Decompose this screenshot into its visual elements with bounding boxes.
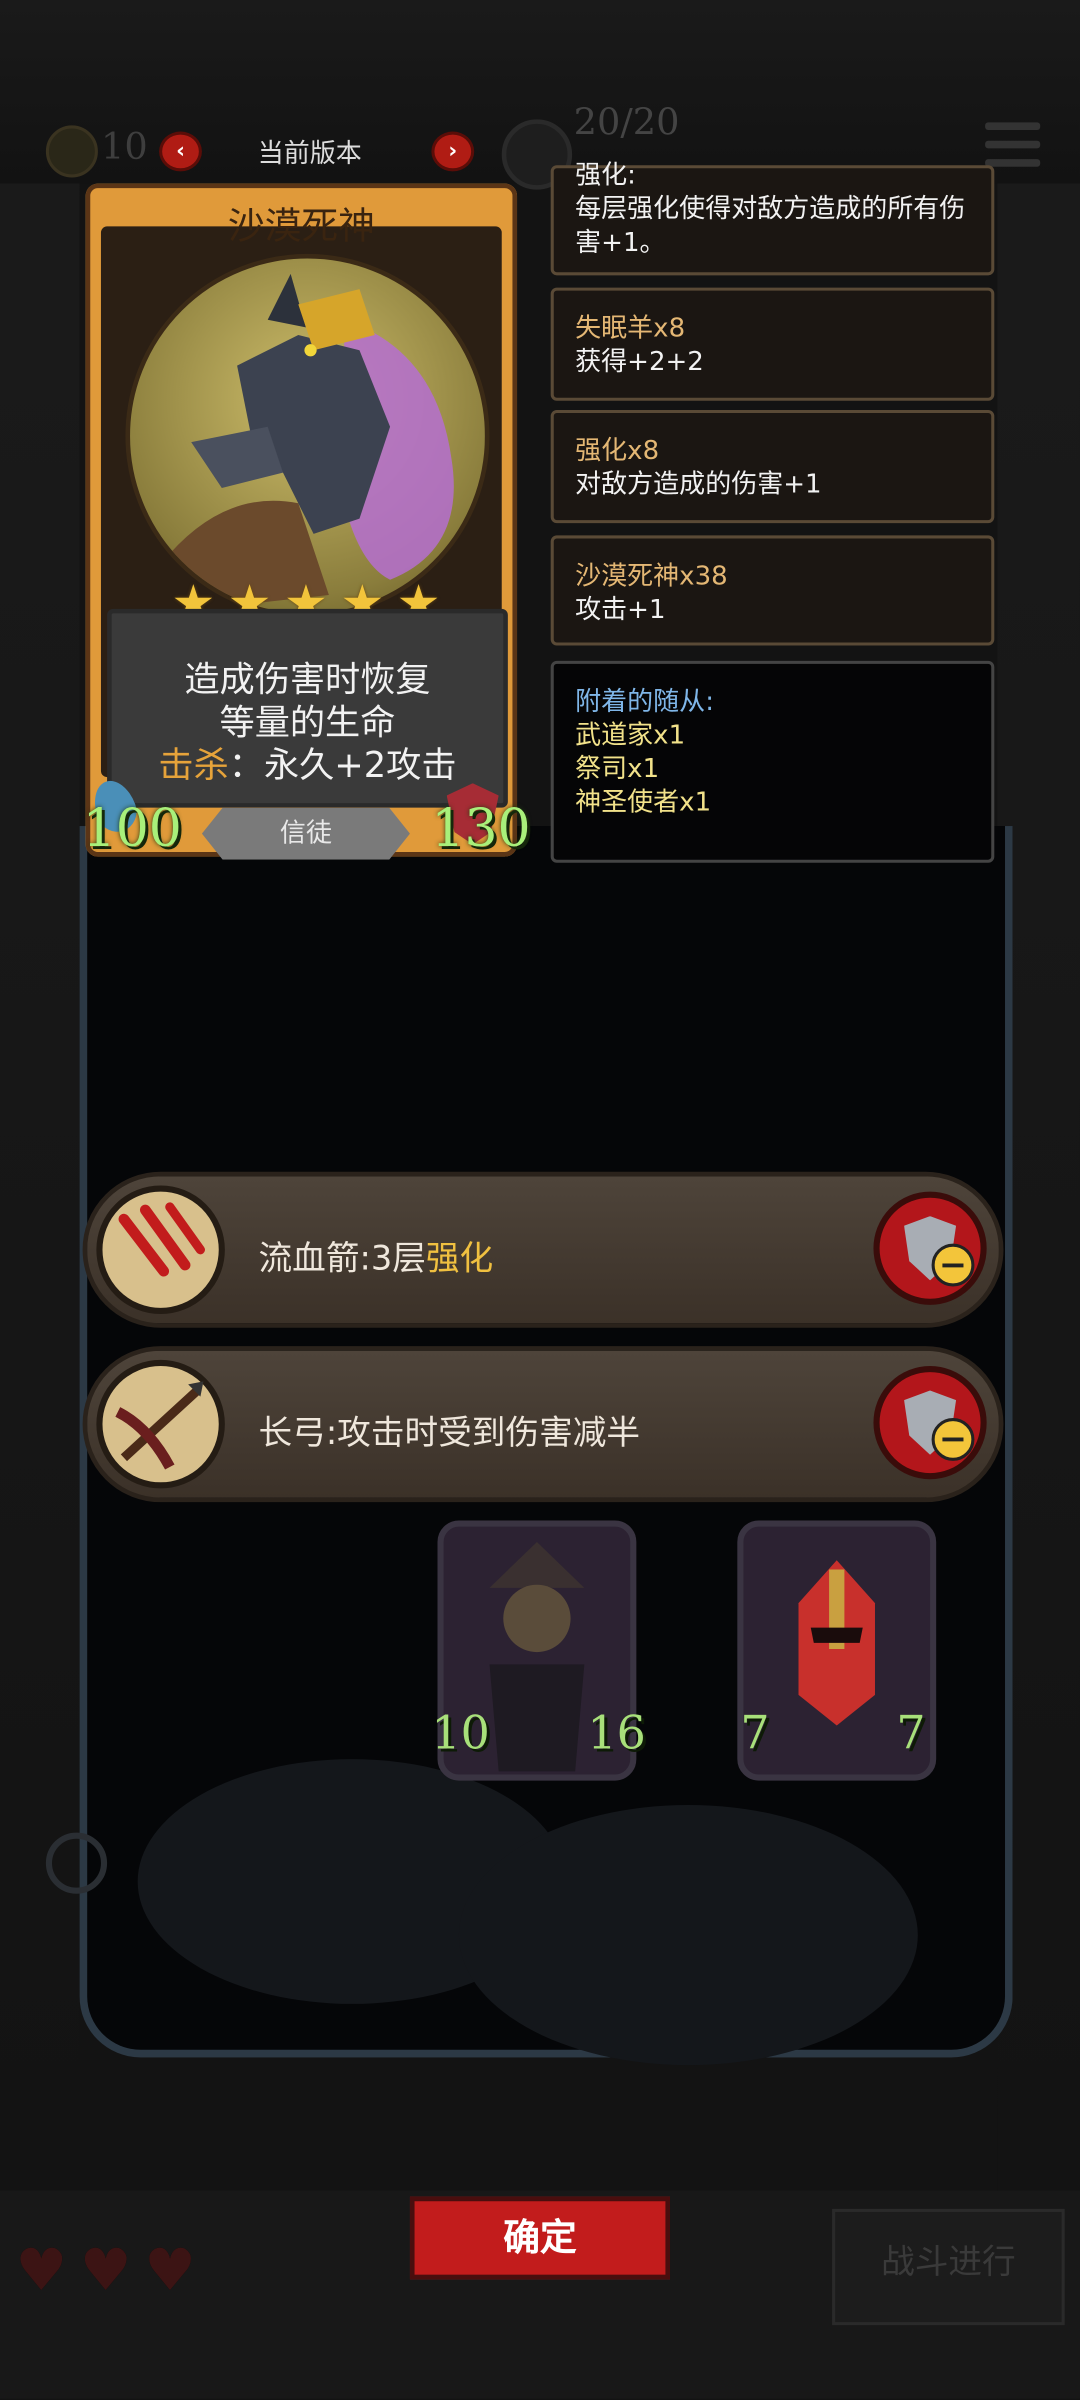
game-screen: 10 ‹ 当前版本 › 20/20 沙漠死神 ★ ★ ★ ★ ★ 造成伤害时恢复… [0, 0, 1080, 2399]
buff-label: 长弓:攻击时受到伤害减半 [259, 1406, 641, 1455]
panel-title: 沙漠死神x38 [575, 561, 728, 592]
start-battle-button[interactable]: 战斗进行 [832, 2208, 1065, 2326]
minion-health: 16 [587, 1707, 646, 1761]
minion-attack: 10 [431, 1707, 490, 1761]
card-attack: 100 [82, 798, 182, 860]
buff-panel: 强化x8 对敌方造成的伤害+1 [550, 409, 995, 524]
panel-body: 对敌方造成的伤害+1 [575, 469, 822, 501]
panel-title: 失眠羊x8 [575, 313, 686, 345]
bow-shape [115, 1381, 204, 1470]
panel-title: 强化: [575, 160, 636, 192]
buff-panel: 沙漠死神x38 攻击+1 [550, 535, 995, 646]
attached-title: 附着的随从: [575, 686, 714, 718]
card-health: 130 [431, 798, 531, 860]
claw-marks [118, 1202, 205, 1277]
attached-minions-panel: 附着的随从: 武道家x1 祭司x1 神圣使者x1 [550, 660, 995, 863]
next-version-button[interactable]: › [431, 131, 475, 172]
buff-name: 长弓:攻击时受到伤害减半 [258, 1414, 641, 1454]
anubis-illustration [160, 273, 454, 614]
panel-body: 获得+2+2 [575, 347, 704, 378]
heart-icon: ♥ [15, 2236, 68, 2304]
bleeding-arrow-icon [96, 1185, 225, 1315]
search-icon[interactable] [45, 1832, 108, 1894]
panel-body: 每层强化使得对敌方造成的所有伤害+1。 [575, 194, 966, 259]
kill-keyword: 击杀 [158, 746, 229, 787]
buff-row: 长弓:攻击时受到伤害减半 − [82, 1346, 1004, 1503]
left-wall [0, 0, 80, 2399]
longbow-icon [96, 1359, 225, 1489]
buff-name: 流血箭:3层 [258, 1240, 426, 1279]
health-counter: 20/20 [573, 100, 680, 144]
panel-body: 攻击+1 [575, 595, 666, 626]
heart-icon: ♥ [79, 2236, 132, 2304]
minion-health: 7 [896, 1707, 926, 1761]
ability-kill-line: 击杀：永久+2攻击 [112, 736, 504, 788]
confirm-button[interactable]: 确定 [409, 2196, 671, 2280]
heart-icon: ♥ [144, 2236, 197, 2304]
attached-item: 神圣使者x1 [575, 787, 712, 819]
buff-highlight: 强化 [425, 1240, 494, 1279]
coin-icon [45, 125, 98, 178]
attached-item: 武道家x1 [575, 720, 686, 752]
panel-title: 强化x8 [575, 435, 660, 467]
minion-attack: 7 [740, 1707, 770, 1761]
kill-effect: ：永久+2攻击 [228, 746, 457, 787]
cloud-decoration [458, 1805, 918, 2066]
menu-icon[interactable] [985, 122, 1041, 168]
remove-buff-button[interactable]: − [873, 1191, 987, 1305]
tribe-tag: 信徒 [201, 807, 410, 860]
minus-icon: − [931, 1418, 975, 1461]
buff-label: 流血箭:3层强化 [259, 1231, 494, 1280]
anubis-portrait [125, 253, 490, 618]
coin-count: 10 [100, 125, 148, 169]
ability-description: 造成伤害时恢复 等量的生命 击杀：永久+2攻击 [107, 608, 508, 808]
lives: ♥ ♥ ♥ [15, 2236, 196, 2303]
version-label: 当前版本 [257, 139, 362, 170]
card-name: 沙漠死神 [227, 204, 375, 248]
minus-icon: − [931, 1243, 975, 1287]
remove-buff-button[interactable]: − [873, 1366, 987, 1480]
buff-row: 流血箭:3层强化 − [82, 1171, 1004, 1328]
attached-item: 祭司x1 [575, 754, 660, 785]
prev-version-button[interactable]: ‹ [159, 131, 202, 172]
buff-panel: 强化: 每层强化使得对敌方造成的所有伤害+1。 [550, 161, 995, 276]
buff-panel: 失眠羊x8 获得+2+2 [550, 287, 995, 401]
